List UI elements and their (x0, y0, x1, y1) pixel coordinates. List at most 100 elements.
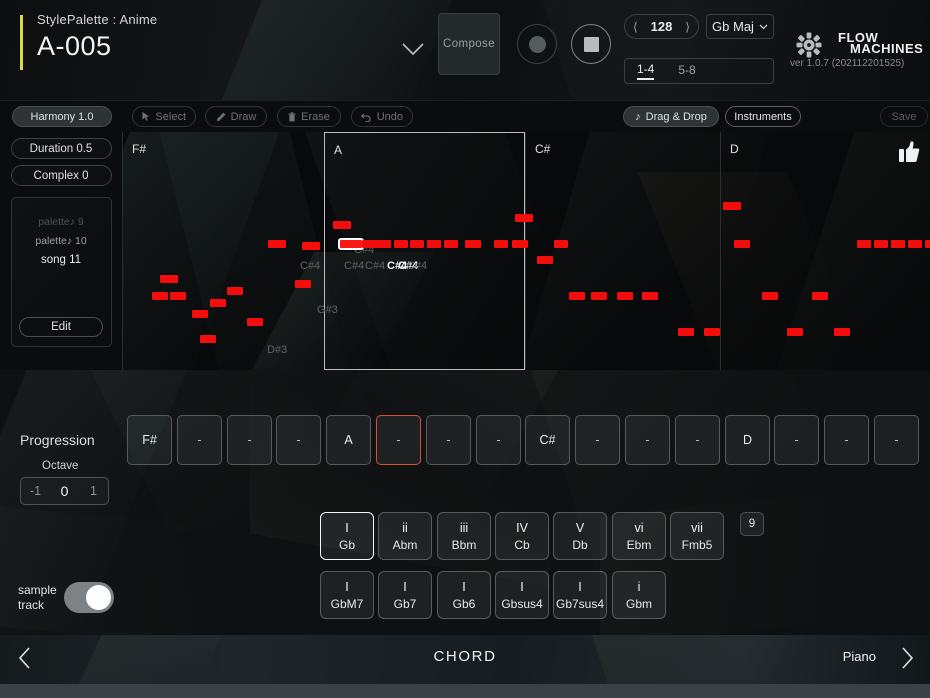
progression-cell-2[interactable]: - (227, 415, 272, 465)
piano-roll-note[interactable] (787, 328, 803, 336)
piano-roll-note[interactable] (268, 240, 286, 248)
piano-roll-note[interactable] (812, 292, 828, 300)
drag-drop-button[interactable]: ♪ Drag & Drop (623, 106, 719, 127)
palette-item-0[interactable]: palette♪ 9 (38, 216, 84, 228)
octave-stepper[interactable]: -1 0 1 (20, 477, 109, 505)
chord-button-abm[interactable]: ii Abm (378, 512, 432, 560)
chord-button-gb7[interactable]: I Gb7 (378, 571, 432, 619)
chord-button-gb7sus4[interactable]: I Gb7sus4 (553, 571, 607, 619)
save-button[interactable]: Save (880, 106, 928, 127)
piano-roll-note[interactable] (554, 240, 568, 248)
erase-tool-button[interactable]: Erase (277, 106, 341, 127)
progression-cell-7[interactable]: - (476, 415, 521, 465)
complex-button[interactable]: Complex 0 (10, 165, 112, 186)
piano-roll-note[interactable] (444, 240, 458, 248)
chord-button-gb[interactable]: I Gb (320, 512, 374, 560)
tempo-increase-icon[interactable]: ⟩ (685, 20, 690, 34)
piano-roll-note[interactable] (537, 256, 553, 264)
piano-roll-note[interactable] (192, 310, 208, 318)
piano-roll-note[interactable] (200, 335, 216, 343)
draw-tool-button[interactable]: Draw (205, 106, 267, 127)
progression-cell-12[interactable]: D (725, 415, 770, 465)
piano-roll-note[interactable] (642, 292, 658, 300)
chord-button-bbm[interactable]: iii Bbm (437, 512, 491, 560)
progression-cell-8[interactable]: C# (525, 415, 570, 465)
piano-roll-note[interactable] (160, 275, 178, 283)
chord-button-ebm[interactable]: vi Ebm (612, 512, 666, 560)
progression-cell-13[interactable]: - (774, 415, 819, 465)
piano-roll-note[interactable] (465, 240, 481, 248)
piano-roll-note[interactable] (874, 240, 888, 248)
chord-button-db[interactable]: V Db (553, 512, 607, 560)
progression-cell-9[interactable]: - (575, 415, 620, 465)
progression-cell-6[interactable]: - (426, 415, 471, 465)
stop-button[interactable] (571, 24, 611, 64)
record-button[interactable] (517, 24, 557, 64)
roll-segment-0[interactable]: F# (122, 132, 324, 370)
piano-roll-note[interactable] (170, 292, 186, 300)
palette-item-1[interactable]: palette♪ 10 (35, 235, 86, 247)
duration-button[interactable]: Duration 0.5 (10, 138, 112, 159)
piano-roll-note[interactable] (908, 240, 922, 248)
piano-roll-note[interactable] (857, 240, 871, 248)
instruments-button[interactable]: Instruments (725, 106, 801, 127)
sample-track-toggle[interactable] (64, 582, 114, 613)
piano-roll-note[interactable] (678, 328, 694, 336)
piano-roll-note[interactable] (394, 240, 408, 248)
piano-roll-note[interactable] (515, 214, 533, 222)
octave-option-minus1[interactable]: -1 (21, 484, 50, 498)
progression-cell-0[interactable]: F# (127, 415, 172, 465)
piano-roll-note[interactable] (227, 287, 243, 295)
edit-button[interactable]: Edit (19, 317, 103, 337)
key-selector[interactable]: Gb Maj (706, 14, 774, 39)
piano-roll-note[interactable] (494, 240, 508, 248)
piano-roll-note[interactable] (333, 221, 351, 229)
tempo-decrease-icon[interactable]: ⟨ (633, 20, 638, 34)
piano-roll-note[interactable] (295, 280, 311, 288)
chord-button-fmb5[interactable]: vii Fmb5 (670, 512, 724, 560)
piano-roll-note[interactable] (338, 238, 364, 250)
piano-roll-note[interactable] (569, 292, 585, 300)
piano-roll-note[interactable] (834, 328, 850, 336)
octave-option-plus1[interactable]: 1 (79, 484, 108, 498)
piano-roll-note[interactable] (891, 240, 905, 248)
piano-roll-note[interactable] (734, 240, 750, 248)
chevron-right-icon[interactable] (900, 647, 914, 674)
chord-button-gbm7[interactable]: I GbM7 (320, 571, 374, 619)
compose-button[interactable]: Compose (438, 13, 500, 75)
extension-badge-9[interactable]: 9 (740, 512, 764, 536)
progression-cell-5[interactable]: - (376, 415, 421, 465)
progression-cell-15[interactable]: - (874, 415, 919, 465)
piano-roll-note[interactable] (377, 240, 391, 248)
progression-cell-3[interactable]: - (276, 415, 321, 465)
progression-cell-4[interactable]: A (326, 415, 371, 465)
instrument-label[interactable]: Piano (843, 649, 876, 664)
bar-range-5-8[interactable]: 5-8 (678, 63, 695, 79)
harmony-button[interactable]: Harmony 1.0 (12, 106, 112, 127)
piano-roll-note[interactable] (762, 292, 778, 300)
chord-button-gbsus4[interactable]: I Gbsus4 (495, 571, 549, 619)
piano-roll-note[interactable] (925, 240, 930, 248)
octave-option-zero[interactable]: 0 (50, 483, 79, 499)
piano-roll-note[interactable] (362, 240, 378, 248)
piano-roll-note[interactable] (591, 292, 607, 300)
chord-button-cb[interactable]: IV Cb (495, 512, 549, 560)
select-tool-button[interactable]: Select (132, 106, 196, 127)
bar-range-1-4[interactable]: 1-4 (637, 62, 655, 80)
piano-roll-note[interactable] (302, 242, 320, 250)
piano-roll-note[interactable] (427, 240, 441, 248)
piano-roll-note[interactable] (704, 328, 720, 336)
piano-roll-note[interactable] (210, 299, 226, 307)
progression-cell-14[interactable]: - (824, 415, 869, 465)
piano-roll-note[interactable] (247, 318, 263, 326)
progression-cell-10[interactable]: - (625, 415, 670, 465)
progression-cell-1[interactable]: - (177, 415, 222, 465)
piano-roll-note[interactable] (617, 292, 633, 300)
undo-button[interactable]: Undo (351, 106, 413, 127)
piano-roll-note[interactable] (410, 240, 424, 248)
palette-item-2[interactable]: song 11 (41, 254, 81, 266)
chord-button-gbm[interactable]: i Gbm (612, 571, 666, 619)
piano-roll-note[interactable] (512, 240, 528, 248)
chord-button-gb6[interactable]: I Gb6 (437, 571, 491, 619)
piano-roll[interactable]: F# A C# D C#4 C#4 G#3 D#3 C#4 C#4 C#4 C#4 C#4 (122, 132, 930, 370)
